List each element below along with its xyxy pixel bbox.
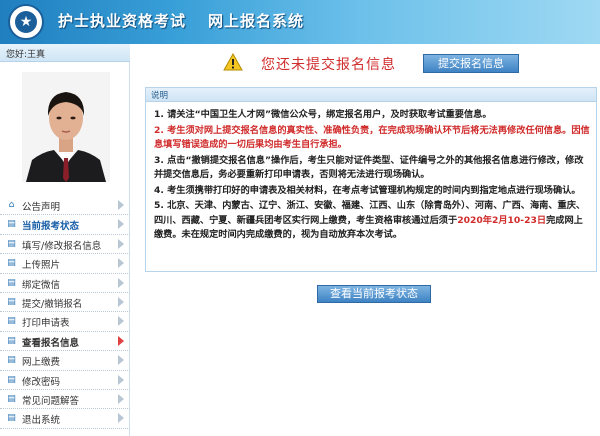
doc-icon: ▤ [7,238,16,249]
house-icon: ⌂ [8,200,15,210]
header-banner: ★ 护士执业资格考试 网上报名系统 [0,0,600,44]
not-submitted-notice: 您还未提交报名信息 [261,57,396,73]
sidebar: 您好:王真 ⌂ 公告声明 ▤ 当前报考状态 ▤ 填写/修改报名信息 ▤ 上传照片 ▤ 绑定… [0,44,130,436]
doc-icon: ▤ [7,316,16,327]
panel-header: 说明 [146,88,596,102]
site-title: 护士执业资格考试 [58,12,187,30]
greeting-text: 您好:王真 [6,50,46,60]
arrow-right-icon [118,374,124,385]
instruction-item-4: 4. 考生须携带打印好的申请表及相关材料，在考点考试管理机构规定的时间内到指定地… [154,184,581,196]
system-title: 网上报名系统 [208,12,305,30]
arrow-right-icon [118,277,124,288]
doc-icon: ▤ [7,296,16,307]
instruction-item-5: 5. 北京、天津、内蒙古、辽宁、浙江、安徽、福建、江西、山东（除青岛外）、河南、… [154,199,590,243]
arrow-right-icon [118,296,124,307]
doc-icon: ▤ [7,413,16,424]
status-notice-row: 您还未提交报名信息 提交报名信息 [145,50,595,76]
doc-icon: ▤ [7,393,16,404]
panel-title: 说明 [151,91,169,101]
doc-icon: ▤ [7,219,16,230]
doc-icon: ▤ [7,335,16,346]
arrow-right-icon [118,413,124,424]
instruction-item-2: 2. 考生须对网上提交报名信息的真实性、准确性负责，在完成现场确认环节后将无法再… [154,124,590,151]
menu-label: 常见问题解答 [22,395,80,407]
menu-label: 上传照片 [22,260,61,272]
instructions-panel: 说明 1. 请关注“中国卫生人才网”微信公众号，绑定报名用户，及时获取考试重要信… [145,87,597,272]
greeting-bar: 您好:王真 [0,44,130,62]
menu-item-view-info[interactable]: ▤ 查看报名信息 [0,332,130,352]
instruction-item-1: 1. 请关注“中国卫生人才网”微信公众号，绑定报名用户，及时获取考试重要信息。 [154,109,492,120]
arrow-right-icon [118,316,124,327]
menu-label: 打印申请表 [22,318,70,330]
menu-label: 退出系统 [22,415,61,427]
arrow-right-icon [118,200,124,210]
menu-label: 提交/撤销报名 [22,298,83,310]
menu-item-current-status[interactable]: ▤ 当前报考状态 [0,215,130,235]
menu-item-upload-photo[interactable]: ▤ 上传照片 [0,254,130,274]
menu-label: 填写/修改报名信息 [22,240,102,252]
doc-icon: ▤ [7,374,16,385]
menu-item-edit-info[interactable]: ▤ 填写/修改报名信息 [0,235,130,255]
arrow-right-icon [118,355,124,366]
menu-label: 公告声明 [22,202,61,213]
menu-label: 修改密码 [22,376,61,388]
arrow-right-icon [118,219,124,230]
arrow-right-icon [118,258,124,269]
menu-label: 网上缴费 [22,357,61,369]
menu-item-online-payment[interactable]: ▤ 网上缴费 [0,351,130,371]
avatar-portrait [22,72,110,182]
menu-label: 当前报考状态 [22,221,80,233]
doc-icon: ▤ [7,355,16,366]
menu-item-print-form[interactable]: ▤ 打印申请表 [0,312,130,332]
submit-registration-button[interactable]: 提交报名信息 [423,54,519,73]
menu-label: 查看报名信息 [22,337,80,349]
doc-icon: ▤ [7,258,16,269]
menu-item-submit-cancel[interactable]: ▤ 提交/撤销报名 [0,293,130,313]
menu-label: 绑定微信 [22,279,61,291]
menu-item-announcement[interactable]: ⌂ 公告声明 [0,196,130,216]
payment-deadline: 2020年2月10-23日 [457,214,547,226]
avatar [22,72,110,182]
nav-menu: ⌂ 公告声明 ▤ 当前报考状态 ▤ 填写/修改报名信息 ▤ 上传照片 ▤ 绑定微信 ▤ 提交… [0,196,130,429]
logo: ★ [8,4,44,40]
star-icon: ★ [15,11,37,33]
menu-item-logout[interactable]: ▤ 退出系统 [0,409,130,429]
menu-item-change-password[interactable]: ▤ 修改密码 [0,371,130,390]
menu-item-faq[interactable]: ▤ 常见问题解答 [0,390,130,410]
instruction-list: 1. 请关注“中国卫生人才网”微信公众号，绑定报名用户，及时获取考试重要信息。 … [154,108,590,244]
arrow-right-icon [118,238,124,249]
arrow-right-icon [118,335,124,346]
menu-item-bind-wechat[interactable]: ▤ 绑定微信 [0,274,130,293]
warning-icon [223,53,243,71]
view-status-button[interactable]: 查看当前报考状态 [317,285,431,303]
doc-icon: ▤ [7,277,16,288]
instruction-item-3: 3. 点击“撤销提交报名信息”操作后，考生只能对证件类型、证件编号之外的其他报名… [154,154,584,181]
arrow-right-icon [118,393,124,404]
